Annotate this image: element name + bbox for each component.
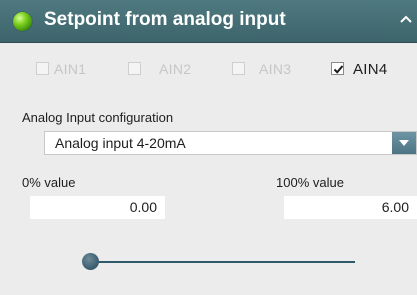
min-value-input[interactable]: 0.00: [30, 196, 165, 219]
status-indicator-icon: [13, 12, 32, 31]
ain1-label: AIN1: [54, 61, 87, 77]
ain3-checkbox[interactable]: [232, 62, 245, 75]
ain4-checkbox[interactable]: [331, 62, 344, 75]
slider-handle[interactable]: [82, 253, 99, 270]
ain2-label: AIN2: [159, 61, 192, 77]
slider-track[interactable]: [90, 261, 355, 263]
collapse-chevron-icon[interactable]: [399, 11, 413, 29]
ain1-checkbox[interactable]: [36, 62, 49, 75]
chevron-down-icon: [399, 140, 409, 146]
panel-header: Setpoint from analog input: [0, 0, 417, 43]
analog-config-select[interactable]: Analog input 4-20mA: [44, 131, 417, 155]
analog-input-checkboxes: AIN1 AIN2 AIN3 AIN4: [0, 58, 417, 82]
checkmark-icon: [333, 65, 344, 74]
ain3-label: AIN3: [259, 61, 292, 77]
panel-title: Setpoint from analog input: [44, 9, 286, 30]
select-value: Analog input 4-20mA: [55, 135, 186, 151]
ain2-checkbox[interactable]: [128, 62, 141, 75]
dropdown-button[interactable]: [392, 132, 416, 154]
max-value-label: 100% value: [276, 175, 344, 190]
ain4-label: AIN4: [353, 61, 388, 78]
config-label: Analog Input configuration: [22, 110, 174, 125]
min-value-label: 0% value: [22, 175, 76, 190]
max-value-input[interactable]: 6.00: [284, 196, 417, 219]
